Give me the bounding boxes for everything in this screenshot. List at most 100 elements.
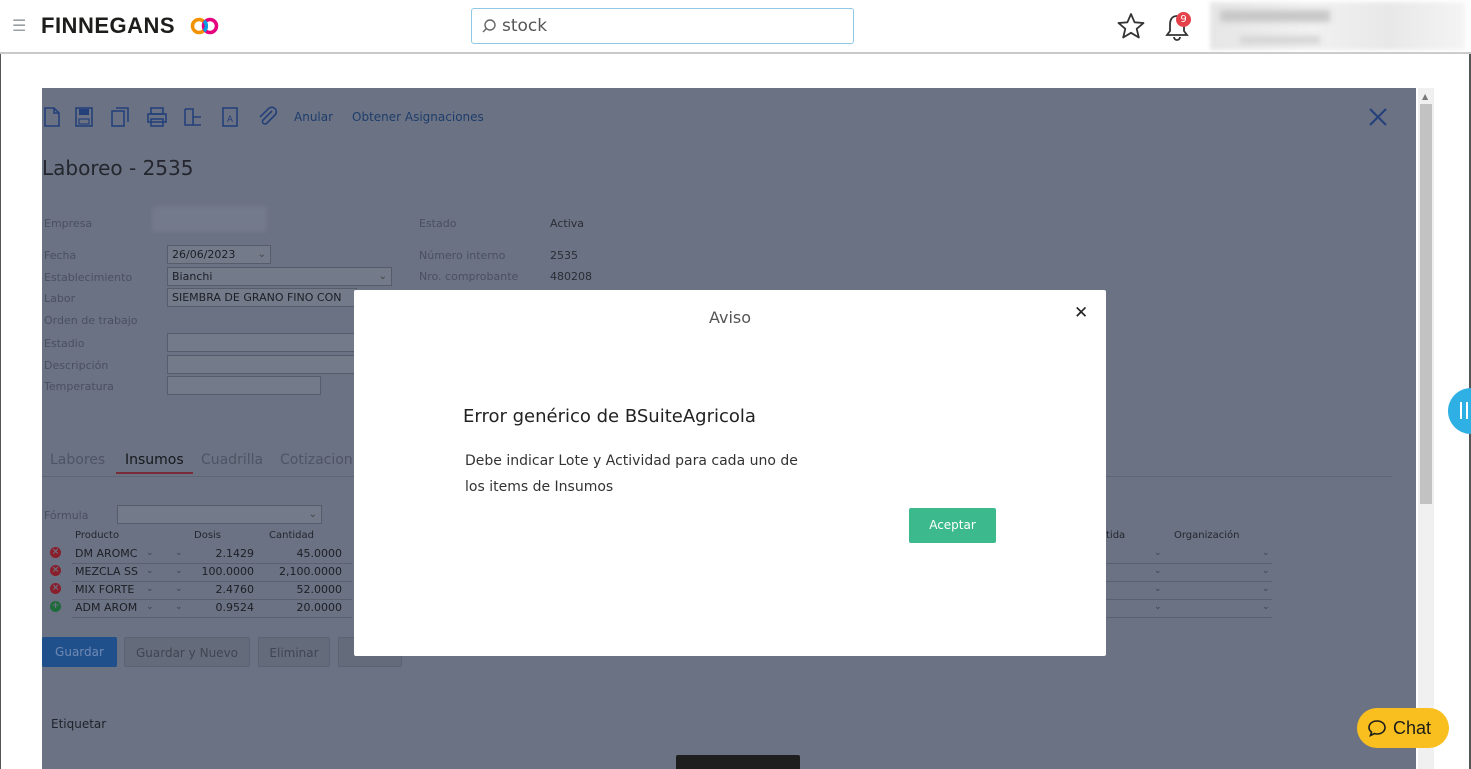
close-icon[interactable] <box>1367 106 1389 128</box>
chevron-down-icon: ⌄ <box>378 271 387 282</box>
temperatura-field[interactable] <box>167 376 321 395</box>
column-partida: tida <box>1106 530 1126 541</box>
establecimiento-value: Bianchi <box>172 270 213 283</box>
chevron-down-icon[interactable]: ⌄ <box>175 566 183 576</box>
establecimiento-select[interactable]: Bianchi ⌄ <box>167 267 392 286</box>
chevron-down-icon[interactable]: ⌄ <box>146 602 154 612</box>
chat-label: Chat <box>1393 718 1432 738</box>
remove-row-icon[interactable]: × <box>50 547 61 558</box>
row-producto[interactable]: MEZCLA SS <box>75 565 138 578</box>
attachment-doc-icon[interactable]: A <box>220 106 240 128</box>
row-divider <box>72 563 352 564</box>
column-organizacion: Organización <box>1174 530 1240 541</box>
column-dosis: Dosis <box>194 530 222 541</box>
tab-cotizacion[interactable]: Cotizacion <box>280 452 353 468</box>
numero-interno-value: 2535 <box>550 249 578 262</box>
labor-field[interactable]: SIEMBRA DE GRANO FINO CON <box>167 288 357 307</box>
row-divider <box>1102 599 1272 600</box>
chevron-down-icon[interactable]: ⌄ <box>146 548 154 558</box>
descripcion-field[interactable] <box>167 355 357 374</box>
row-producto[interactable]: ADM AROM <box>75 601 137 614</box>
chevron-down-icon[interactable]: ⌄ <box>1154 602 1162 612</box>
eliminar-button[interactable]: Eliminar <box>258 637 330 667</box>
row-cantidad[interactable]: 45.0000 <box>262 547 343 560</box>
obtener-asignaciones-link[interactable]: Obtener Asignaciones <box>352 110 484 124</box>
chevron-down-icon[interactable]: ⌄ <box>1262 602 1270 612</box>
new-document-icon[interactable] <box>42 106 62 128</box>
column-producto: Producto <box>75 530 120 541</box>
search-input[interactable] <box>500 13 840 39</box>
row-cantidad[interactable]: 20.0000 <box>262 601 343 614</box>
active-tab-indicator <box>116 472 193 474</box>
aceptar-button[interactable]: Aceptar <box>909 508 996 543</box>
star-icon[interactable] <box>1116 12 1146 40</box>
etiquetar-link[interactable]: Etiquetar <box>51 717 106 731</box>
search-box[interactable] <box>471 8 854 44</box>
tree-icon[interactable] <box>182 106 204 128</box>
add-row-icon[interactable]: + <box>50 601 61 612</box>
tab-cuadrilla[interactable]: Cuadrilla <box>201 452 263 468</box>
estado-label: Estado <box>419 217 457 230</box>
dialog-title: Aviso <box>708 308 752 327</box>
formula-select[interactable]: ⌄ <box>117 505 322 524</box>
user-name-blurred <box>1220 10 1330 22</box>
row-cantidad[interactable]: 2,100.0000 <box>262 565 342 578</box>
chevron-down-icon[interactable]: ⌄ <box>1262 584 1270 594</box>
save-icon[interactable] <box>74 106 94 128</box>
fecha-field[interactable]: 26/06/2023 ⌄ <box>167 245 271 264</box>
pause-icon <box>1460 402 1468 419</box>
chevron-down-icon[interactable]: ⌄ <box>175 548 183 558</box>
row-dosis[interactable]: 0.9524 <box>192 601 255 614</box>
row-producto[interactable]: DM AROMC <box>75 547 137 560</box>
chevron-down-icon[interactable]: ⌄ <box>146 566 154 576</box>
chat-button[interactable]: Chat <box>1357 708 1449 748</box>
close-icon[interactable]: ✕ <box>1074 303 1088 323</box>
fecha-value: 26/06/2023 <box>172 248 236 261</box>
empresa-label: Empresa <box>44 217 93 230</box>
bottom-dock-tab[interactable] <box>676 755 800 769</box>
chevron-down-icon[interactable]: ⌄ <box>1262 548 1270 558</box>
estado-value: Activa <box>550 217 584 230</box>
row-dosis[interactable]: 2.1429 <box>192 547 255 560</box>
dialog-message-line2: los items de Insumos <box>465 479 614 495</box>
scrollbar-thumb[interactable] <box>1420 104 1432 504</box>
row-cantidad[interactable]: 52.0000 <box>262 583 343 596</box>
menu-icon[interactable]: ☰ <box>12 16 26 35</box>
labor-value: SIEMBRA DE GRANO FINO CON <box>172 291 342 304</box>
row-producto[interactable]: MIX FORTE <box>75 583 134 596</box>
scroll-up-arrow-icon[interactable]: ▲ <box>1422 92 1428 101</box>
row-divider <box>72 581 352 582</box>
empresa-value-blurred <box>152 206 267 232</box>
row-divider <box>1102 563 1272 564</box>
row-dosis[interactable]: 2.4760 <box>192 583 255 596</box>
chevron-down-icon[interactable]: ⌄ <box>1154 566 1162 576</box>
chevron-down-icon[interactable]: ⌄ <box>175 602 183 612</box>
chevron-down-icon[interactable]: ⌄ <box>1262 566 1270 576</box>
orden-trabajo-label: Orden de trabajo <box>44 314 138 327</box>
print-icon[interactable] <box>146 106 168 128</box>
tab-labores[interactable]: Labores <box>50 452 105 468</box>
establecimiento-label: Establecimiento <box>44 271 133 284</box>
remove-row-icon[interactable]: × <box>50 583 61 594</box>
row-dosis[interactable]: 100.0000 <box>192 565 255 578</box>
estadio-label: Estadio <box>44 337 85 350</box>
remove-row-icon[interactable]: × <box>50 565 61 576</box>
guardar-y-nuevo-button[interactable]: Guardar y Nuevo <box>124 637 250 667</box>
numero-interno-label: Número interno <box>419 249 506 262</box>
copy-icon[interactable] <box>110 106 130 128</box>
dialog-message-line1: Debe indicar Lote y Actividad para cada … <box>465 453 798 469</box>
row-divider <box>72 617 352 618</box>
anular-link[interactable]: Anular <box>294 110 333 124</box>
chevron-down-icon[interactable]: ⌄ <box>1154 584 1162 594</box>
estadio-field[interactable] <box>167 333 357 352</box>
chevron-down-icon[interactable]: ⌄ <box>1154 548 1162 558</box>
dialog-heading: Error genérico de BSuiteAgricola <box>463 406 756 427</box>
chevron-down-icon[interactable]: ⌄ <box>175 584 183 594</box>
descripcion-label: Descripción <box>44 359 109 372</box>
nro-comprobante-label: Nro. comprobante <box>419 270 519 283</box>
tab-insumos[interactable]: Insumos <box>125 452 184 468</box>
guardar-button[interactable]: Guardar <box>42 637 117 667</box>
paperclip-icon[interactable] <box>256 106 278 128</box>
chevron-down-icon[interactable]: ⌄ <box>146 584 154 594</box>
row-divider <box>72 599 352 600</box>
